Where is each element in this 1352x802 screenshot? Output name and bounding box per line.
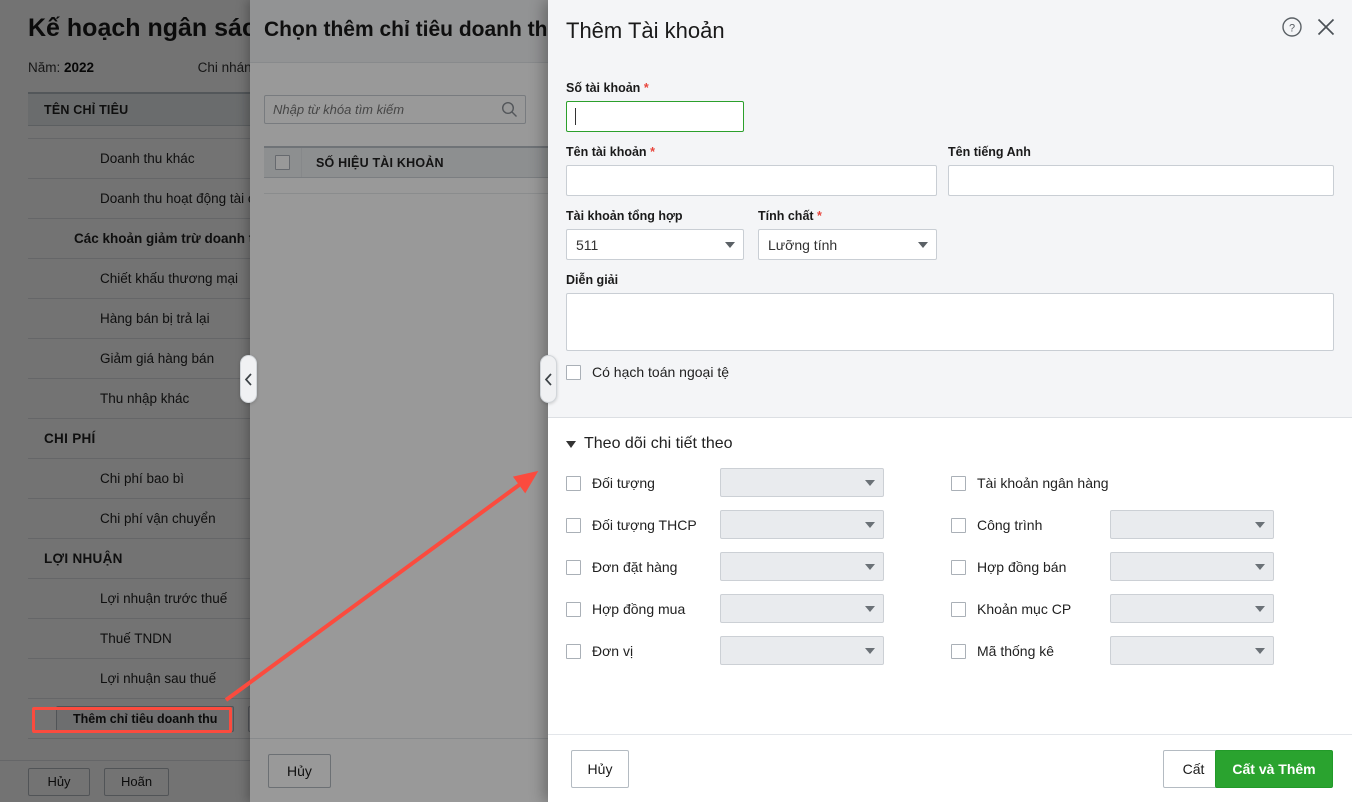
nature-select[interactable]: Lưỡng tính bbox=[758, 229, 937, 260]
chevron-down-icon[interactable] bbox=[857, 563, 883, 570]
add-account-dialog: Thêm Tài khoản ? Số tài khoản * Tên tài … bbox=[548, 0, 1352, 802]
tracking-section-header[interactable]: Theo dõi chi tiết theo bbox=[566, 435, 733, 453]
chevron-down-icon[interactable] bbox=[910, 241, 936, 248]
required-marker: * bbox=[817, 209, 822, 223]
chevron-left-icon bbox=[244, 372, 252, 386]
tracking-item-hop-dong-mua[interactable]: Hợp đồng mua bbox=[566, 601, 685, 617]
dialog-header-actions: ? bbox=[1281, 16, 1337, 38]
text-caret bbox=[575, 108, 576, 125]
foreign-currency-checkbox-row[interactable]: Có hạch toán ngoại tệ bbox=[566, 364, 729, 380]
help-circle-icon[interactable]: ? bbox=[1281, 16, 1303, 38]
tracking-select-ma-thong-ke[interactable] bbox=[1110, 636, 1274, 665]
tracking-item-don-dat-hang[interactable]: Đơn đặt hàng bbox=[566, 559, 677, 575]
tracking-item-label: Đơn vị bbox=[592, 643, 634, 659]
tracking-item-label: Công trình bbox=[977, 517, 1043, 533]
checkbox[interactable] bbox=[566, 643, 581, 659]
tracking-item-tai-khoan-ngan-hang[interactable]: Tài khoản ngân hàng bbox=[951, 475, 1109, 491]
tracking-item-khoan-muc-cp[interactable]: Khoản mục CP bbox=[951, 601, 1071, 617]
close-icon[interactable] bbox=[1315, 16, 1337, 38]
tracking-item-doi-tuong-thcp[interactable]: Đối tượng THCP bbox=[566, 517, 697, 533]
tracking-item-label: Hợp đồng mua bbox=[592, 601, 686, 617]
tracking-item-label: Hợp đồng bán bbox=[977, 559, 1067, 575]
collapse-handle-right[interactable] bbox=[540, 355, 557, 403]
tracking-item-label: Tài khoản ngân hàng bbox=[977, 475, 1109, 491]
tracking-section-title: Theo dõi chi tiết theo bbox=[584, 435, 733, 452]
chevron-down-icon[interactable] bbox=[1247, 563, 1273, 570]
tracking-item-label: Mã thống kê bbox=[977, 643, 1055, 659]
description-textarea[interactable] bbox=[566, 293, 1334, 351]
tracking-select-cong-trinh[interactable] bbox=[1110, 510, 1274, 539]
chevron-down-icon[interactable] bbox=[1247, 647, 1273, 654]
chevron-down-icon[interactable] bbox=[857, 521, 883, 528]
checkbox[interactable] bbox=[951, 559, 966, 575]
foreign-currency-label: Có hạch toán ngoại tệ bbox=[592, 364, 729, 380]
checkbox[interactable] bbox=[951, 643, 966, 659]
account-name-label: Tên tài khoản * bbox=[566, 145, 655, 159]
tracking-select-doi-tuong-thcp[interactable] bbox=[720, 510, 884, 539]
tracking-item-don-vi[interactable]: Đơn vị bbox=[566, 643, 633, 659]
checkbox[interactable] bbox=[566, 601, 581, 617]
foreign-currency-checkbox[interactable] bbox=[566, 364, 581, 380]
chevron-down-icon[interactable] bbox=[1247, 521, 1273, 528]
tracking-select-doi-tuong[interactable] bbox=[720, 468, 884, 497]
checkbox[interactable] bbox=[951, 475, 966, 491]
account-name-input[interactable] bbox=[566, 165, 937, 196]
tracking-item-cong-trinh[interactable]: Công trình bbox=[951, 517, 1042, 533]
tracking-item-ma-thong-ke[interactable]: Mã thống kê bbox=[951, 643, 1054, 659]
chevron-down-icon[interactable] bbox=[857, 647, 883, 654]
chevron-down-icon[interactable] bbox=[857, 605, 883, 612]
tracking-item-label: Đối tượng bbox=[592, 475, 655, 491]
chevron-down-icon[interactable] bbox=[717, 241, 743, 248]
description-label: Diễn giải bbox=[566, 273, 619, 287]
tracking-select-don-vi[interactable] bbox=[720, 636, 884, 665]
tracking-select-khoan-muc-cp[interactable] bbox=[1110, 594, 1274, 623]
parent-account-value: 511 bbox=[576, 236, 599, 253]
tracking-item-hop-dong-ban[interactable]: Hợp đồng bán bbox=[951, 559, 1066, 575]
required-marker: * bbox=[643, 81, 649, 95]
english-name-label: Tên tiếng Anh bbox=[948, 145, 1031, 159]
chevron-down-icon[interactable] bbox=[1247, 605, 1273, 612]
collapse-handle-left[interactable] bbox=[240, 355, 257, 403]
checkbox[interactable] bbox=[566, 475, 581, 491]
tracking-select-hop-dong-mua[interactable] bbox=[720, 594, 884, 623]
required-marker: * bbox=[650, 145, 655, 159]
tracking-item-label: Khoản mục CP bbox=[977, 601, 1072, 617]
parent-account-label: Tài khoản tổng hợp bbox=[566, 209, 683, 223]
checkbox[interactable] bbox=[566, 517, 581, 533]
chevron-down-icon[interactable] bbox=[566, 440, 576, 448]
nature-label: Tính chất * bbox=[758, 209, 822, 223]
chevron-left-icon bbox=[544, 372, 552, 386]
checkbox[interactable] bbox=[951, 517, 966, 533]
nature-value: Lưỡng tính bbox=[768, 236, 838, 253]
english-name-input[interactable] bbox=[948, 165, 1334, 196]
account-number-input[interactable] bbox=[566, 101, 744, 132]
account-number-label: Số tài khoản * bbox=[566, 81, 649, 95]
chevron-down-icon[interactable] bbox=[857, 479, 883, 486]
svg-text:?: ? bbox=[1289, 22, 1295, 34]
checkbox[interactable] bbox=[566, 559, 581, 575]
tracking-item-label: Đối tượng THCP bbox=[592, 517, 697, 533]
dialog-title: Thêm Tài khoản bbox=[566, 18, 725, 43]
save-and-add-button[interactable]: Cất và Thêm bbox=[1215, 750, 1333, 788]
dialog-footer: Hủy Cất Cất và Thêm bbox=[548, 734, 1352, 802]
tracking-select-hop-dong-ban[interactable] bbox=[1110, 552, 1274, 581]
tracking-item-label: Đơn đặt hàng bbox=[592, 559, 678, 575]
cancel-button[interactable]: Hủy bbox=[571, 750, 629, 788]
checkbox[interactable] bbox=[951, 601, 966, 617]
tracking-select-don-dat-hang[interactable] bbox=[720, 552, 884, 581]
parent-account-select[interactable]: 511 bbox=[566, 229, 744, 260]
tracking-item-doi-tuong[interactable]: Đối tượng bbox=[566, 475, 655, 491]
